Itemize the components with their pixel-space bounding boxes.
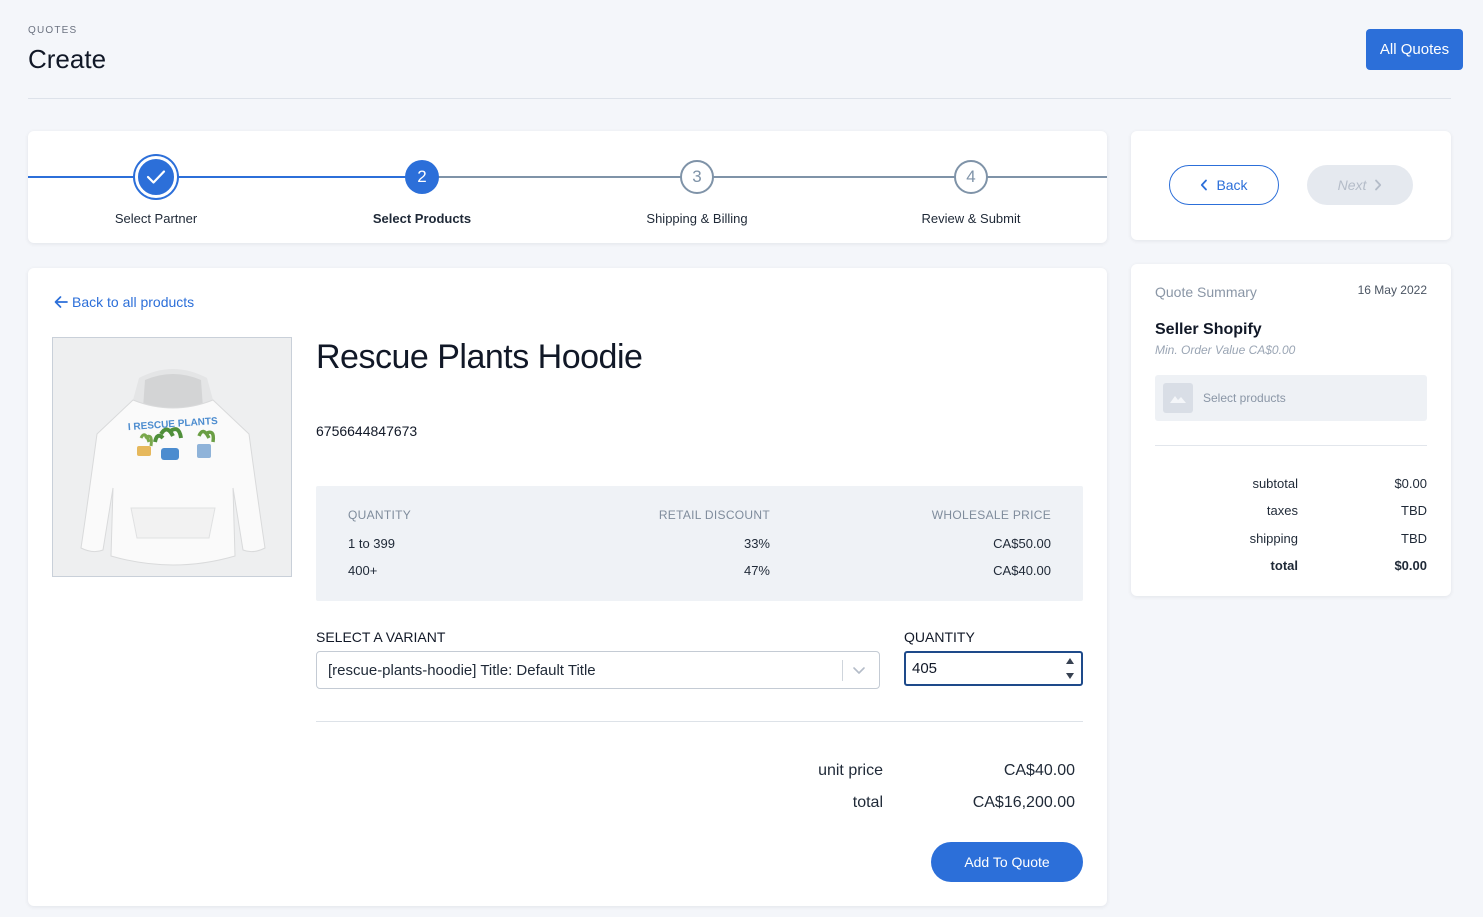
- tier-cell: 33%: [743, 536, 770, 551]
- tier-cell: CA$50.00: [993, 536, 1051, 551]
- total-label: total: [852, 794, 883, 811]
- chevron-right-icon: [1375, 179, 1382, 191]
- summary-date: 16 May 2022: [1357, 283, 1427, 297]
- min-order-value: Min. Order Value CA$0.00: [1155, 343, 1296, 357]
- wizard-nav-card: Back Next: [1131, 131, 1451, 240]
- step-complete-indicator: [135, 156, 177, 198]
- page-title: Create: [28, 44, 107, 74]
- step-label: Select Partner: [114, 211, 198, 226]
- step-label: Shipping & Billing: [646, 211, 748, 226]
- chevron-left-icon: [1201, 179, 1208, 191]
- summary-label: total: [1270, 558, 1298, 573]
- step-review-submit[interactable]: 4 Review & Submit: [871, 131, 1071, 243]
- variant-selected-value: [rescue-plants-hoodie] Title: Default Ti…: [328, 662, 596, 679]
- summary-title: Quote Summary: [1155, 284, 1257, 300]
- summary-divider: [1155, 445, 1427, 446]
- arrow-left-icon: [54, 296, 68, 308]
- step-number: 4: [954, 160, 988, 194]
- tier-cell: CA$40.00: [993, 563, 1051, 578]
- breadcrumb: QUOTES: [28, 25, 78, 36]
- back-link-label: Back to all products: [72, 294, 195, 310]
- product-detail-card: Back to all products I RESCUE PLANTS Res…: [28, 268, 1107, 906]
- step-shipping-billing[interactable]: 3 Shipping & Billing: [597, 131, 797, 243]
- progress-stepper: Select Partner 2 Select Products 3 Shipp…: [28, 131, 1107, 243]
- unit-price-label: unit price: [818, 762, 883, 779]
- unit-price-value: CA$40.00: [1003, 762, 1075, 779]
- tier-cell: 47%: [743, 563, 770, 578]
- product-sku: 6756644847673: [316, 423, 418, 439]
- header-divider: [28, 98, 1451, 99]
- variant-select[interactable]: [rescue-plants-hoodie] Title: Default Ti…: [316, 651, 880, 689]
- tier-cell: 1 to 399: [348, 536, 395, 551]
- summary-value: $0.00: [1394, 558, 1427, 573]
- spinner-arrows-icon[interactable]: [1065, 658, 1075, 679]
- add-to-quote-button[interactable]: Add To Quote: [931, 842, 1083, 882]
- step-label: Review & Submit: [921, 211, 1021, 226]
- summary-empty-text: Select products: [1203, 391, 1286, 405]
- step-label: Select Products: [372, 211, 472, 226]
- summary-label: subtotal: [1252, 476, 1298, 491]
- summary-label: shipping: [1249, 531, 1298, 546]
- summary-label: taxes: [1266, 503, 1298, 518]
- back-button[interactable]: Back: [1169, 165, 1279, 205]
- summary-value: TBD: [1401, 503, 1427, 518]
- step-number: 2: [405, 160, 439, 194]
- summary-empty-products: Select products: [1155, 375, 1427, 421]
- image-placeholder-icon: [1163, 383, 1193, 413]
- chevron-down-icon[interactable]: [851, 662, 867, 678]
- select-divider: [842, 660, 843, 681]
- quote-summary-card: Quote Summary 16 May 2022 Seller Shopify…: [1131, 264, 1451, 596]
- next-button-label: Next: [1337, 177, 1367, 193]
- product-image: I RESCUE PLANTS: [52, 337, 292, 577]
- back-to-products-link[interactable]: Back to all products: [54, 294, 194, 310]
- step-number: 3: [680, 160, 714, 194]
- all-quotes-button[interactable]: All Quotes: [1366, 29, 1463, 70]
- pricing-tier-table: QUANTITY RETAIL DISCOUNT WHOLESALE PRICE…: [316, 486, 1083, 601]
- tier-header-wholesale-price: WHOLESALE PRICE: [931, 508, 1051, 522]
- seller-name: Seller Shopify: [1155, 321, 1262, 338]
- tier-cell: 400+: [348, 563, 378, 578]
- product-name: Rescue Plants Hoodie: [316, 338, 643, 376]
- quantity-label: QUANTITY: [904, 629, 975, 645]
- variant-label: SELECT A VARIANT: [316, 629, 446, 645]
- step-select-partner[interactable]: Select Partner: [56, 131, 256, 243]
- tier-header-quantity: QUANTITY: [348, 508, 412, 522]
- check-icon: [146, 170, 166, 184]
- total-value: CA$16,200.00: [972, 794, 1075, 811]
- summary-value: $0.00: [1394, 476, 1427, 491]
- product-divider: [316, 721, 1083, 722]
- quantity-value: 405: [912, 660, 938, 677]
- quantity-stepper[interactable]: 405: [904, 651, 1083, 686]
- step-select-products[interactable]: 2 Select Products: [322, 131, 522, 243]
- back-button-label: Back: [1216, 177, 1248, 193]
- tier-header-retail-discount: RETAIL DISCOUNT: [658, 508, 770, 522]
- next-button[interactable]: Next: [1307, 165, 1413, 205]
- summary-value: TBD: [1401, 531, 1427, 546]
